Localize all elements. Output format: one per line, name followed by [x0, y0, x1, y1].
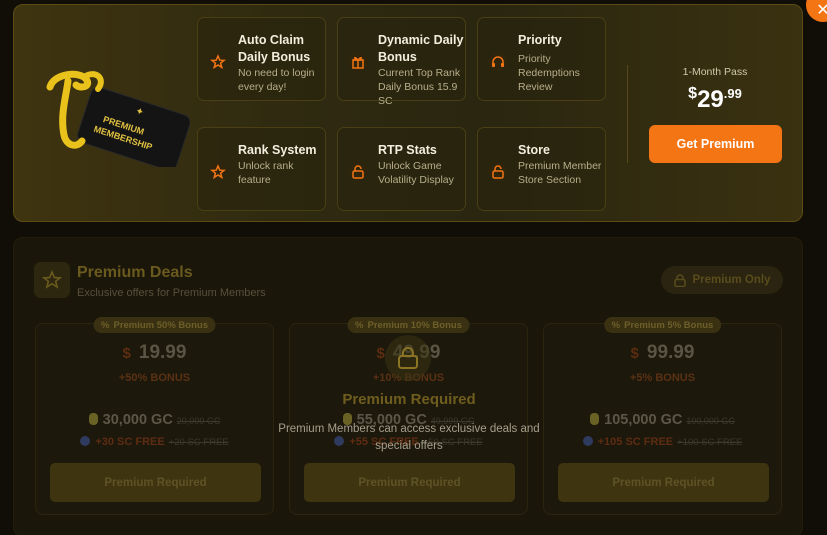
feature-desc: No need to login every day!: [238, 67, 315, 93]
feature-store: Store Premium Member Store Section: [477, 127, 606, 211]
feature-title: Rank System: [238, 143, 317, 157]
deal-sc: +105 SC FREE +100 SC FREE: [544, 436, 781, 448]
price-value: 49.99: [392, 342, 441, 363]
feature-title: Auto Claim Daily Bonus: [238, 33, 311, 64]
feature-title: Priority: [518, 33, 562, 47]
price-whole: 29: [697, 86, 724, 113]
headset-icon: [488, 52, 508, 72]
feature-grid: Auto Claim Daily Bonus No need to login …: [197, 17, 607, 211]
sweep-coin-icon: [334, 436, 345, 446]
deal-badge: % Premium 10% Bonus: [347, 317, 470, 333]
deal-price: $99.99: [544, 342, 781, 364]
sc-old: +20 SC FREE: [168, 437, 229, 448]
price-value: 19.99: [138, 342, 187, 363]
price-currency: $: [688, 85, 698, 102]
feature-desc: Current Top Rank Daily Bonus 15.9 SC: [378, 67, 461, 107]
premium-required-button[interactable]: Premium Required: [558, 463, 769, 502]
deal-bonus: +10% BONUS: [372, 372, 445, 384]
pass-label: 1-Month Pass: [682, 66, 748, 78]
deal-sc: +30 SC FREE +20 SC FREE: [36, 436, 273, 448]
price-cents: .99: [723, 86, 742, 101]
gold-coin-icon: [342, 413, 352, 425]
deal-bonus: +5% BONUS: [629, 372, 696, 384]
feature-priority: Priority Priority Redemptions Review: [477, 17, 606, 101]
gold-coin-icon: [88, 413, 98, 425]
sc-old: +50 SC FREE: [422, 437, 483, 448]
sc-amount: +55 SC FREE: [349, 436, 419, 448]
premium-membership-card-icon: PREMIUM MEMBERSHIP ✦: [46, 70, 190, 167]
gc-old: 100,000 GC: [686, 416, 735, 426]
feature-dynamic-bonus: Dynamic Daily Bonus Current Top Rank Dai…: [337, 17, 466, 107]
badge-label: Premium 10% Bonus: [367, 319, 462, 331]
badge-label: Premium 50% Bonus: [113, 319, 208, 331]
premium-modal: PREMIUM MEMBERSHIP ✦ Auto Claim Daily Bo…: [0, 0, 827, 535]
gift-icon: [348, 52, 368, 72]
feature-rtp-stats: RTP Stats Unlock Game Volatility Display: [337, 127, 466, 211]
sc-amount: +30 SC FREE: [95, 436, 165, 448]
tag-icon: %: [355, 319, 364, 331]
premium-required-button[interactable]: Premium Required: [304, 463, 515, 502]
price-value: 99.99: [646, 342, 695, 363]
lock-icon: [348, 162, 368, 182]
feature-title: RTP Stats: [378, 143, 437, 157]
tag-icon: %: [611, 319, 621, 331]
star-icon: [208, 52, 228, 72]
sc-amount: +105 SC FREE: [597, 436, 674, 448]
lock-icon: [673, 273, 686, 287]
deals-title: Premium Deals: [77, 264, 193, 281]
tag-icon: %: [101, 319, 110, 331]
badge-label: Premium 5% Bonus: [624, 319, 714, 331]
deals-subtitle: Exclusive offers for Premium Members: [77, 287, 266, 299]
price-currency: $: [376, 345, 385, 362]
star-icon: [208, 162, 228, 182]
price-currency: $: [122, 345, 131, 362]
deal-sc: +55 SC FREE +50 SC FREE: [290, 436, 527, 448]
deal-gc: 30,000 GC 20,000 GC: [36, 412, 273, 428]
deal-badge: % Premium 50% Bonus: [93, 317, 216, 333]
deal-card: % Premium 50% Bonus $19.99 +50% BONUS 30,…: [35, 317, 274, 515]
deal-card: % Premium 10% Bonus $49.99 +10% BONUS 55,…: [289, 317, 528, 515]
feature-auto-claim: Auto Claim Daily Bonus No need to login …: [197, 17, 326, 101]
deal-bonus: +50% BONUS: [118, 372, 191, 384]
get-premium-button[interactable]: Get Premium: [649, 125, 782, 163]
lock-icon: [488, 162, 508, 182]
gc-amount: 30,000 GC: [102, 412, 173, 428]
gc-old: 49,999 GC: [430, 416, 475, 426]
gc-amount: 55,000 GC: [356, 412, 427, 428]
deal-badge: % Premium 5% Bonus: [603, 317, 722, 333]
close-button[interactable]: ✕: [806, 0, 827, 22]
price-currency: $: [630, 345, 639, 362]
feature-desc: Priority Redemptions Review: [518, 53, 580, 93]
divider: [627, 65, 628, 163]
sweep-coin-icon: [80, 436, 91, 446]
feature-rank-system: Rank System Unlock rank feature: [197, 127, 326, 211]
sweep-coin-icon: [582, 436, 593, 446]
star-icon: [34, 262, 70, 298]
sc-old: +100 SC FREE: [677, 437, 743, 448]
deal-gc: 105,000 GC 100,000 GC: [544, 412, 781, 428]
deal-price: $49.99: [290, 342, 527, 364]
feature-title: Store: [518, 143, 550, 157]
feature-desc: Premium Member Store Section: [518, 160, 602, 186]
deal-card: % Premium 5% Bonus $99.99 +5% BONUS 105,0…: [543, 317, 782, 515]
deal-price: $19.99: [36, 342, 273, 364]
deal-gc: 55,000 GC 49,999 GC: [290, 412, 527, 428]
pass-price: $29.99: [648, 85, 782, 114]
premium-only-label: Premium Only: [692, 274, 771, 286]
premium-membership-panel: PREMIUM MEMBERSHIP ✦ Auto Claim Daily Bo…: [13, 4, 803, 222]
premium-deals-panel: Premium Deals Exclusive offers for Premi…: [13, 237, 803, 535]
feature-desc: Unlock rank feature: [238, 160, 294, 186]
premium-only-badge: Premium Only: [661, 266, 783, 294]
gold-coin-icon: [590, 413, 600, 425]
gc-old: 20,000 GC: [176, 416, 221, 426]
gc-amount: 105,000 GC: [604, 412, 683, 428]
feature-title: Dynamic Daily Bonus: [378, 33, 464, 64]
feature-desc: Unlock Game Volatility Display: [378, 160, 454, 186]
premium-required-button[interactable]: Premium Required: [50, 463, 261, 502]
